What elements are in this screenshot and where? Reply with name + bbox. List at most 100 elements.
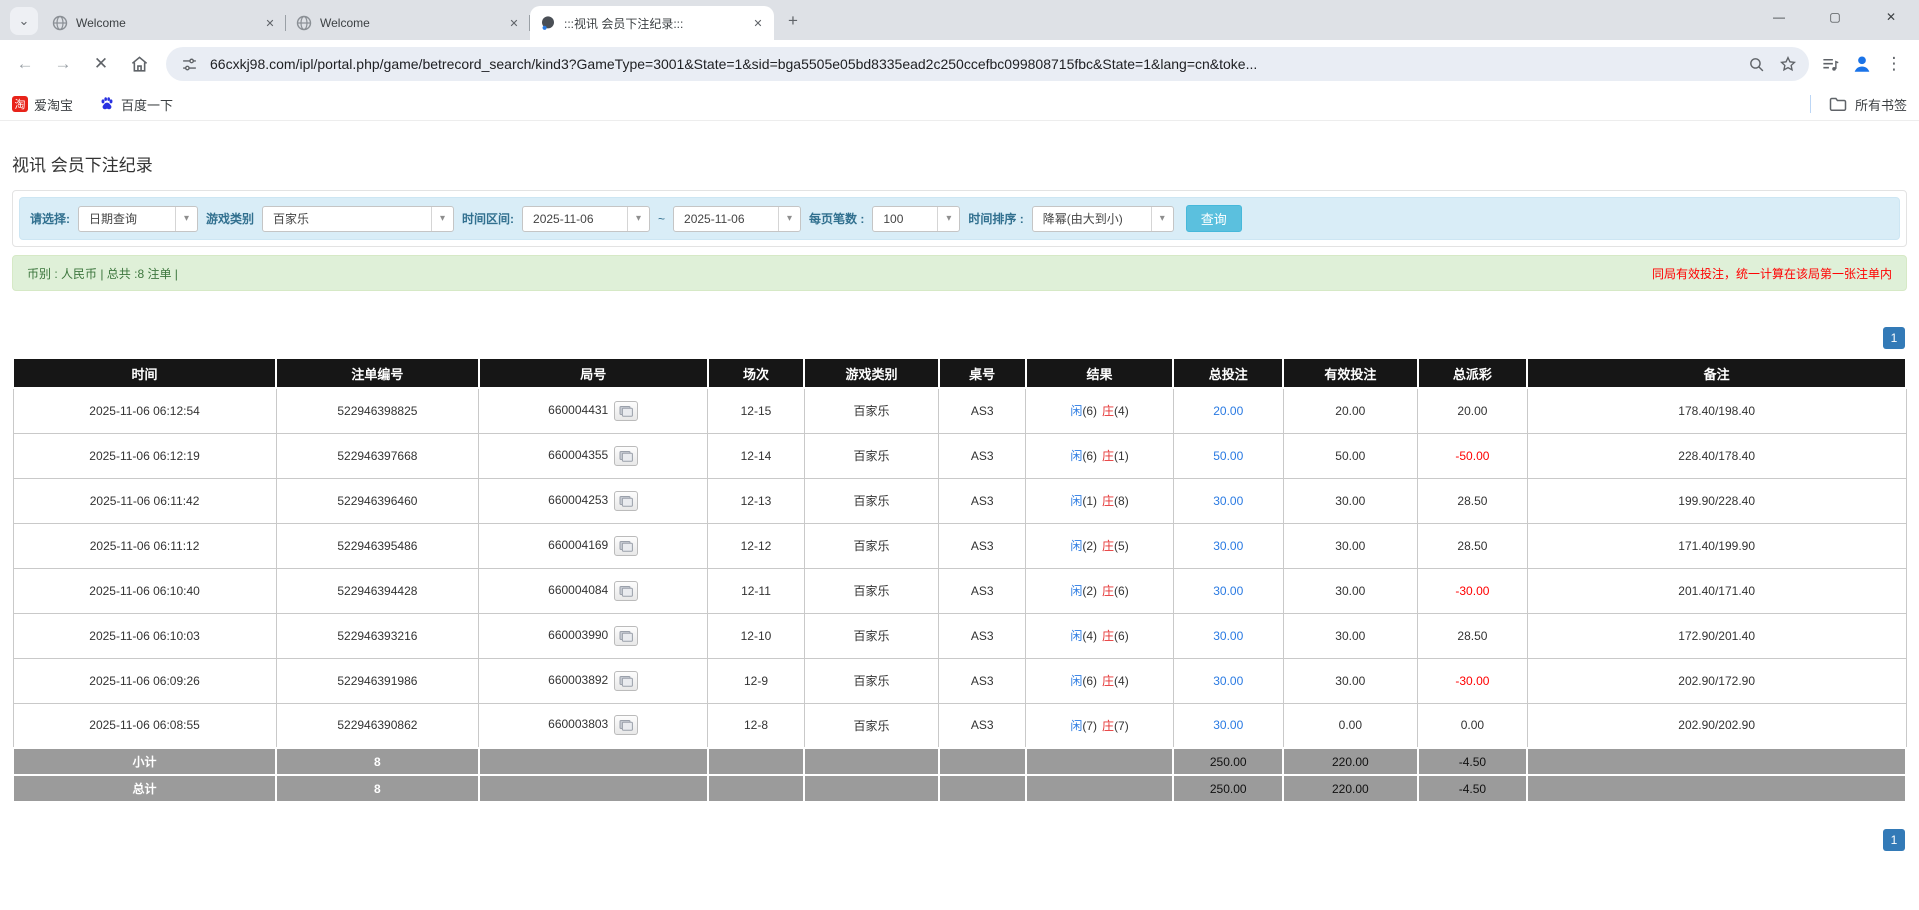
cell-table: AS3 <box>939 388 1026 433</box>
cell-total-bet: 30.00 <box>1173 703 1283 748</box>
cell-time: 2025-11-06 06:08:55 <box>13 703 276 748</box>
replay-icon[interactable] <box>614 446 638 466</box>
tab-welcome-1[interactable]: Welcome ✕ <box>42 6 286 40</box>
bookmark-baidu[interactable]: 百度一下 <box>99 95 173 114</box>
search-button[interactable]: 查询 <box>1186 205 1242 232</box>
cell-game: 百家乐 <box>804 433 938 478</box>
chevron-down-icon: ⌄ <box>19 13 30 29</box>
cell-payout: 28.50 <box>1418 523 1528 568</box>
subtotal-payout: -4.50 <box>1418 748 1528 775</box>
chevron-down-icon: ▾ <box>175 207 197 231</box>
per-page-select[interactable]: 100 ▾ <box>872 206 960 232</box>
query-type-select[interactable]: 日期查询 ▾ <box>78 206 198 232</box>
cell-payout: 28.50 <box>1418 478 1528 523</box>
cell-game: 百家乐 <box>804 703 938 748</box>
cell-result: 闲(1)庄(8) <box>1026 478 1174 523</box>
cell-total-bet: 30.00 <box>1173 658 1283 703</box>
back-button[interactable]: ← <box>8 47 42 81</box>
forward-button[interactable]: → <box>46 47 80 81</box>
cell-time: 2025-11-06 06:10:40 <box>13 568 276 613</box>
close-window-button[interactable]: ✕ <box>1863 0 1919 34</box>
col-time: 时间 <box>13 358 276 388</box>
filter-container: 请选择: 日期查询 ▾ 游戏类别 百家乐 ▾ 时间区间: 2025-11-06 … <box>12 190 1907 247</box>
toolbar-right-icons: ⋮ <box>1819 53 1911 75</box>
chevron-down-icon: ▾ <box>937 207 959 231</box>
globe-icon <box>296 15 312 31</box>
page-1-button[interactable]: 1 <box>1883 829 1905 851</box>
tab-search-button[interactable]: ⌄ <box>10 7 38 35</box>
url-text[interactable]: 66cxkj98.com/ipl/portal.php/game/betreco… <box>210 56 1735 72</box>
tab-title: Welcome <box>320 16 498 30</box>
chevron-down-icon: ▾ <box>431 207 453 231</box>
stop-button[interactable]: ✕ <box>84 47 118 81</box>
cell-result: 闲(4)庄(6) <box>1026 613 1174 658</box>
bookmark-star-icon[interactable] <box>1777 53 1799 75</box>
replay-icon[interactable] <box>614 626 638 646</box>
cell-bet-id: 522946390862 <box>276 703 479 748</box>
maximize-button[interactable]: ▢ <box>1807 0 1863 34</box>
tab-betrecord-active[interactable]: :::视讯 会员下注纪录::: ✕ <box>530 6 774 40</box>
time-sort-select[interactable]: 降幂(由大到小) ▾ <box>1032 206 1174 232</box>
table-row: 2025-11-06 06:10:40 522946394428 6600040… <box>13 568 1906 613</box>
cell-remark: 202.90/202.90 <box>1527 703 1906 748</box>
table-row: 2025-11-06 06:11:42 522946396460 6600042… <box>13 478 1906 523</box>
baidu-icon <box>99 96 115 112</box>
page-1-button[interactable]: 1 <box>1883 327 1905 349</box>
cell-result: 闲(6)庄(4) <box>1026 388 1174 433</box>
chevron-down-icon: ▾ <box>627 207 649 231</box>
close-icon[interactable]: ✕ <box>750 15 766 31</box>
cell-game: 百家乐 <box>804 658 938 703</box>
menu-kebab-icon[interactable]: ⋮ <box>1883 53 1905 75</box>
cell-round: 660004169 <box>479 523 708 568</box>
tab-title: :::视讯 会员下注纪录::: <box>564 15 742 32</box>
date-from-select[interactable]: 2025-11-06 ▾ <box>522 206 650 232</box>
replay-icon[interactable] <box>614 715 638 735</box>
filter-panel: 请选择: 日期查询 ▾ 游戏类别 百家乐 ▾ 时间区间: 2025-11-06 … <box>19 197 1900 240</box>
tab-welcome-2[interactable]: Welcome ✕ <box>286 6 530 40</box>
home-button[interactable] <box>122 47 156 81</box>
bookmark-aitaobao[interactable]: 淘 爱淘宝 <box>12 95 73 114</box>
cell-payout: 20.00 <box>1418 388 1528 433</box>
close-icon[interactable]: ✕ <box>506 15 522 31</box>
all-bookmarks[interactable]: 所有书签 <box>1810 95 1907 114</box>
new-tab-button[interactable]: + <box>780 8 806 34</box>
cell-bet-id: 522946397668 <box>276 433 479 478</box>
tilde-separator: ~ <box>658 212 665 226</box>
cell-bet-id: 522946394428 <box>276 568 479 613</box>
site-settings-icon[interactable] <box>178 53 200 75</box>
total-payout: -4.50 <box>1418 775 1528 802</box>
url-bar[interactable]: 66cxkj98.com/ipl/portal.php/game/betreco… <box>166 47 1809 81</box>
cell-session: 12-8 <box>708 703 805 748</box>
cell-round: 660003990 <box>479 613 708 658</box>
replay-icon[interactable] <box>614 491 638 511</box>
cell-table: AS3 <box>939 433 1026 478</box>
profile-avatar-icon[interactable] <box>1851 53 1873 75</box>
cell-valid-bet: 30.00 <box>1283 478 1417 523</box>
cell-game: 百家乐 <box>804 568 938 613</box>
date-to-select[interactable]: 2025-11-06 ▾ <box>673 206 801 232</box>
replay-icon[interactable] <box>614 581 638 601</box>
media-controls-icon[interactable] <box>1819 53 1841 75</box>
replay-icon[interactable] <box>614 536 638 556</box>
cell-total-bet: 20.00 <box>1173 388 1283 433</box>
cell-session: 12-11 <box>708 568 805 613</box>
replay-icon[interactable] <box>614 671 638 691</box>
minimize-button[interactable]: — <box>1751 0 1807 34</box>
cell-valid-bet: 30.00 <box>1283 523 1417 568</box>
page-title: 视讯 会员下注纪录 <box>12 151 1919 176</box>
close-icon[interactable]: ✕ <box>262 15 278 31</box>
tab-strip: ⌄ Welcome ✕ Welcome ✕ :::视讯 会员下注纪录::: ✕ … <box>0 0 1919 40</box>
bet-records-table: 时间 注单编号 局号 场次 游戏类别 桌号 结果 总投注 有效投注 总派彩 备注… <box>12 357 1907 803</box>
per-page-label: 每页笔数 : <box>809 210 864 227</box>
subtotal-valid-bet: 220.00 <box>1283 748 1417 775</box>
window-controls: — ▢ ✕ <box>1751 0 1919 34</box>
cell-time: 2025-11-06 06:09:26 <box>13 658 276 703</box>
game-type-select[interactable]: 百家乐 ▾ <box>262 206 454 232</box>
cell-game: 百家乐 <box>804 613 938 658</box>
cell-time: 2025-11-06 06:12:54 <box>13 388 276 433</box>
col-table-no: 桌号 <box>939 358 1026 388</box>
replay-icon[interactable] <box>614 401 638 421</box>
zoom-icon[interactable] <box>1745 53 1767 75</box>
summary-body: 小计 8 250.00 220.00 -4.50 总计 8 250.00 220… <box>13 748 1906 802</box>
cell-round: 660004431 <box>479 388 708 433</box>
